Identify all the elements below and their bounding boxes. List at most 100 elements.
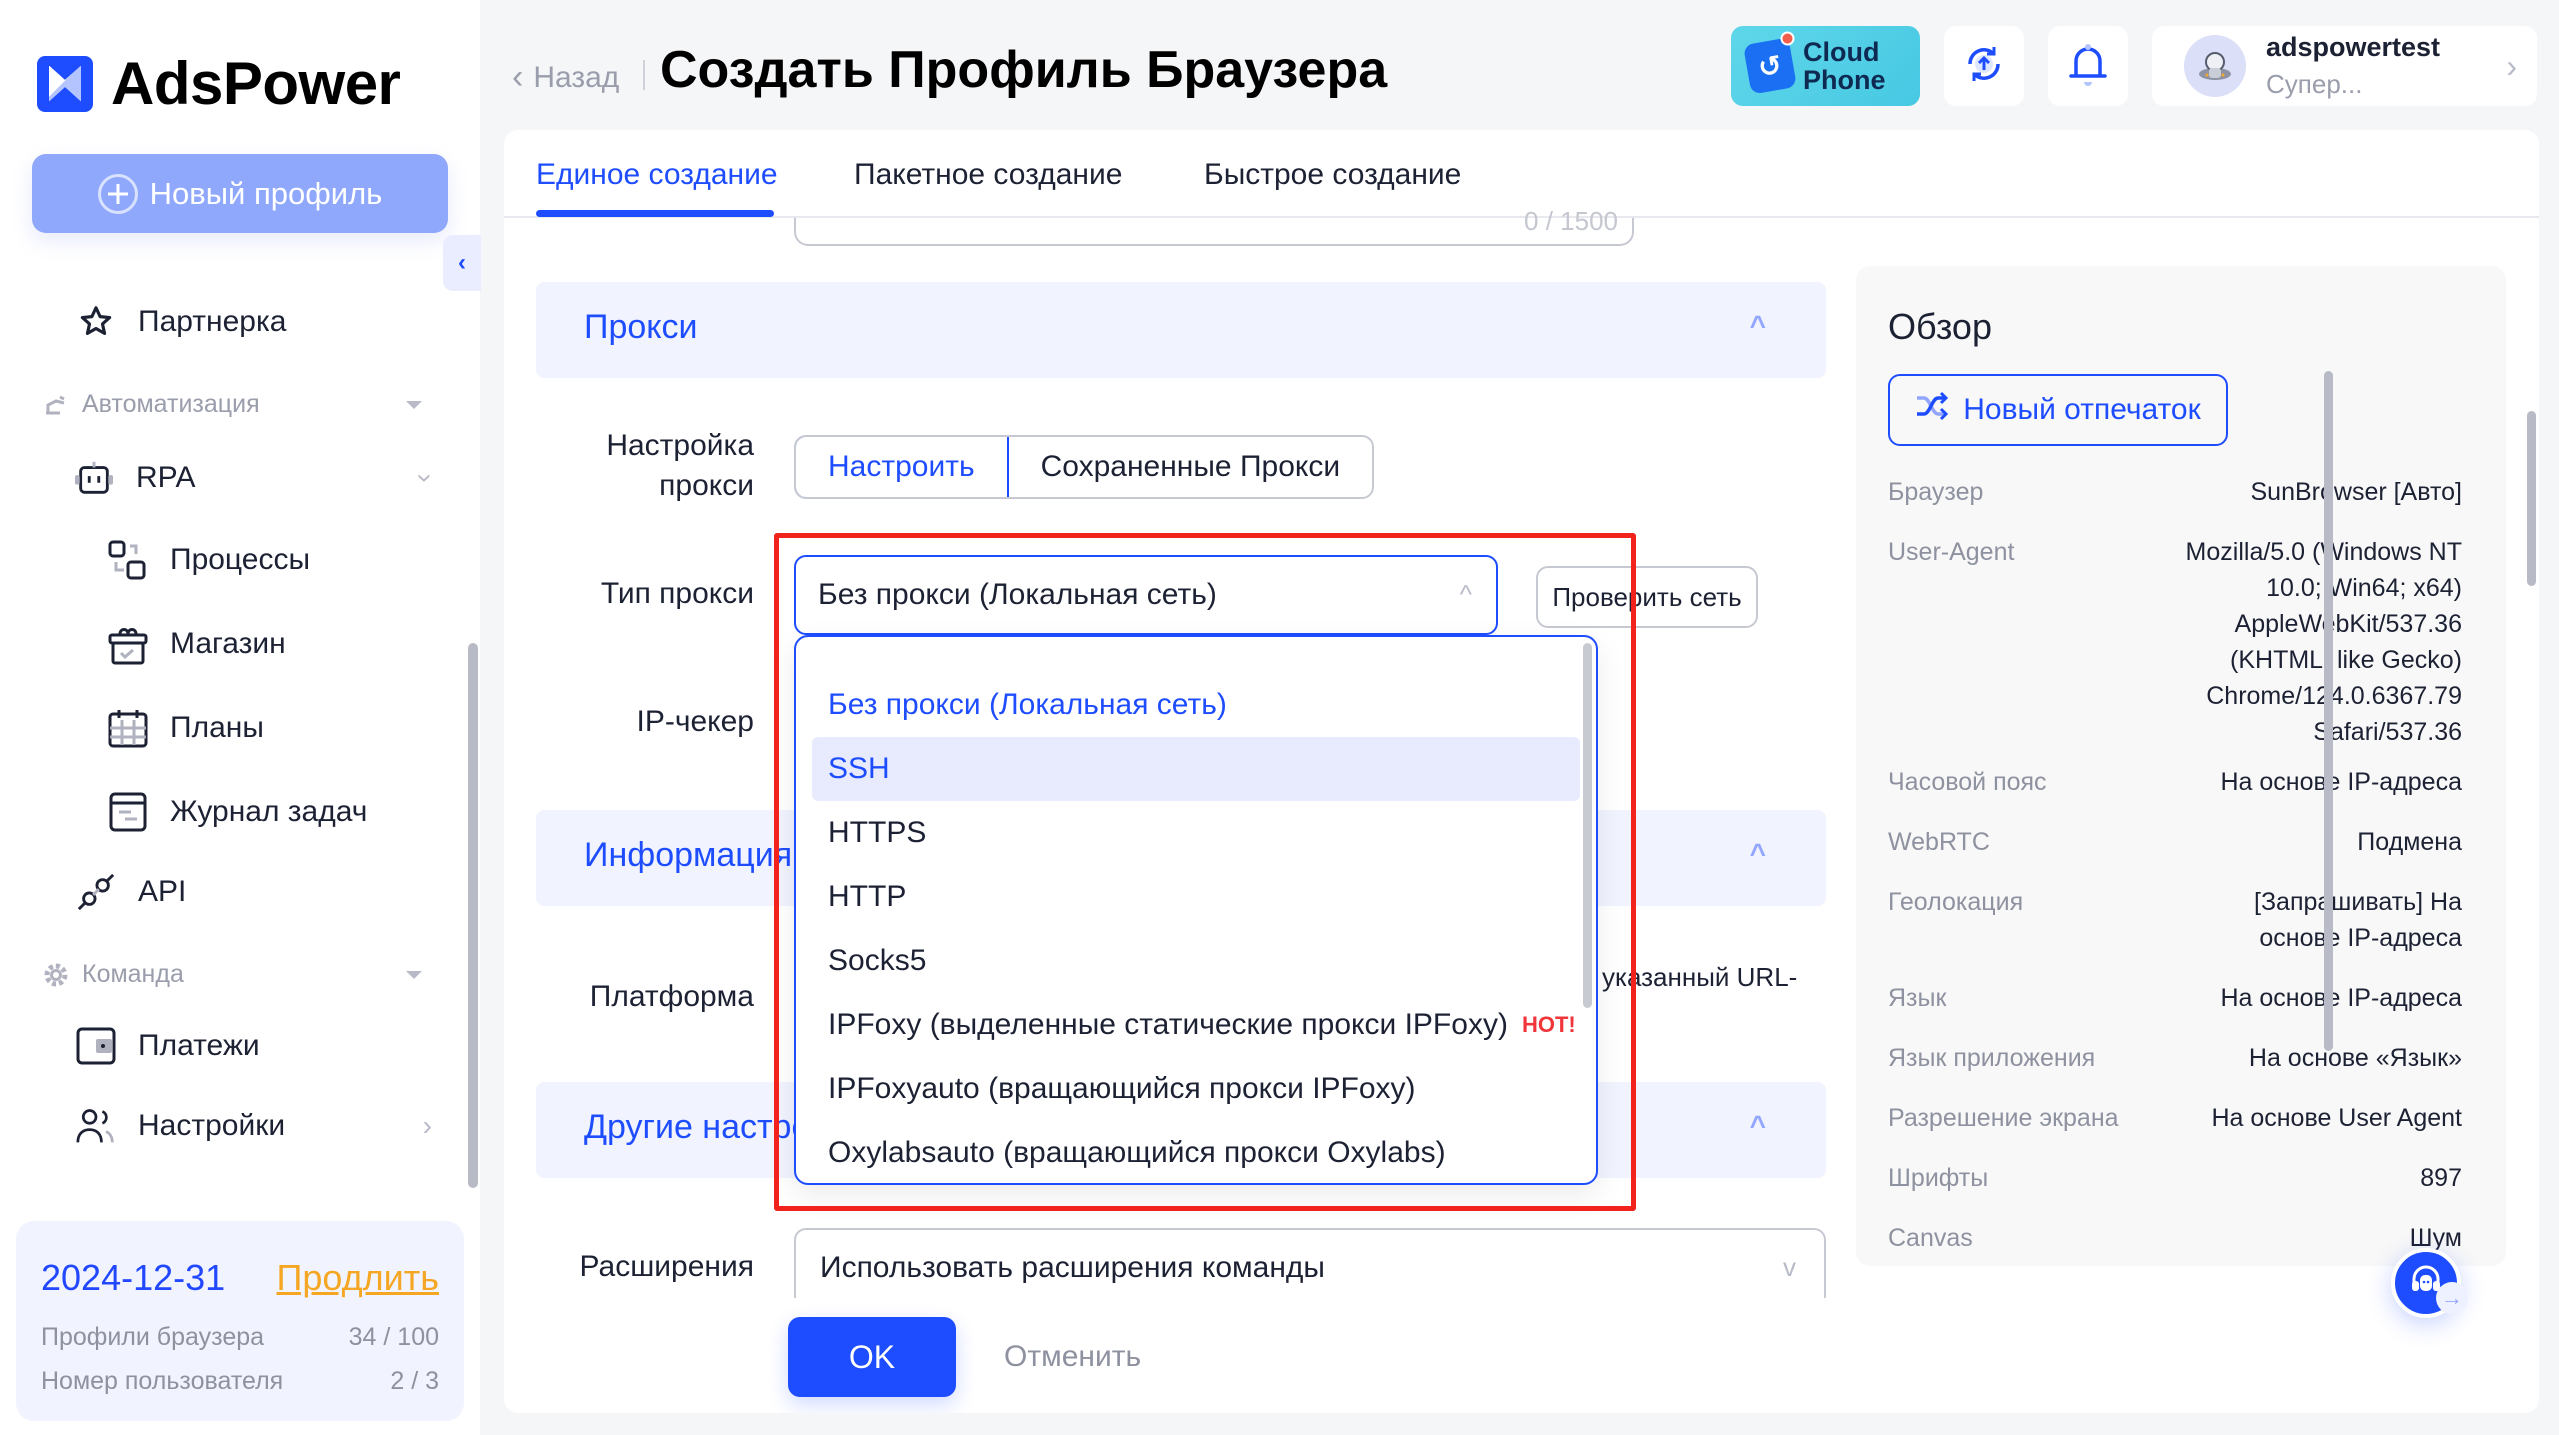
chevron-up-icon: ^ bbox=[1749, 838, 1766, 869]
sidebar-item-affiliate[interactable]: Партнерка bbox=[76, 302, 286, 342]
proxy-mode-saved[interactable]: Сохраненные Прокси bbox=[1009, 437, 1373, 497]
tab-batch-create[interactable]: Пакетное создание bbox=[854, 158, 1122, 192]
dropdown-option-http[interactable]: HTTP bbox=[812, 865, 1580, 929]
sidebar-item-api[interactable]: API bbox=[76, 872, 186, 912]
cloud-phone-icon: ↺ bbox=[1743, 30, 1797, 95]
option-label: Socks5 bbox=[828, 944, 927, 977]
user-menu[interactable]: adspowertest Супер... › bbox=[2152, 26, 2537, 106]
store-icon bbox=[108, 624, 148, 665]
overview-row: Геолокация [Запрашивать] На основе IP-адр… bbox=[1888, 884, 2462, 956]
dropdown-option-ipfoxyauto[interactable]: IPFoxyauto (вращающийся прокси IPFoxy) bbox=[812, 1057, 1580, 1121]
collapse-sidebar-button[interactable]: ‹ bbox=[443, 235, 481, 291]
dropdown-option-oxylabsauto[interactable]: Oxylabsauto (вращающийся прокси Oxylabs) bbox=[812, 1121, 1580, 1185]
back-button[interactable]: ‹ Назад bbox=[512, 58, 619, 97]
sidebar-item-label: Платежи bbox=[138, 1029, 260, 1062]
sidebar-item-label: Настройки bbox=[138, 1109, 286, 1142]
brand-name: AdsPower bbox=[111, 50, 401, 117]
overview-row: Часовой пояс На основе IP-адреса bbox=[1888, 764, 2462, 800]
check-network-button[interactable]: Проверить сеть bbox=[1536, 566, 1758, 628]
overview-row: Язык приложения На основе «Язык» bbox=[1888, 1040, 2462, 1076]
tab-single-create[interactable]: Единое создание bbox=[536, 158, 778, 192]
sidebar-group-automation[interactable]: Автоматизация bbox=[42, 390, 442, 419]
plan-row-label: Номер пользователя bbox=[41, 1367, 284, 1395]
tab-quick-create[interactable]: Быстрое создание bbox=[1204, 158, 1461, 192]
avatar bbox=[2184, 35, 2246, 97]
option-label: SSH bbox=[828, 752, 890, 785]
chevron-down-icon: v bbox=[1783, 1252, 1796, 1282]
notification-dot bbox=[1779, 30, 1796, 47]
bell-icon bbox=[2068, 42, 2108, 91]
chevron-up-icon: ^ bbox=[1749, 1110, 1766, 1141]
plan-row-value: 2 / 3 bbox=[390, 1367, 439, 1395]
plan-row-value: 34 / 100 bbox=[348, 1323, 439, 1351]
sidebar-scrollbar[interactable] bbox=[468, 643, 478, 1188]
overview-key: User-Agent bbox=[1888, 538, 2015, 566]
chevron-left-icon: ‹ bbox=[512, 58, 524, 96]
extensions-select[interactable]: Использовать расширения команды v bbox=[794, 1228, 1826, 1308]
cancel-button[interactable]: Отменить bbox=[1004, 1340, 1141, 1374]
sidebar-item-rpa[interactable]: RPA › bbox=[74, 458, 441, 498]
sync-button[interactable] bbox=[1944, 26, 2024, 106]
arrow-right-icon: → bbox=[2436, 1282, 2468, 1314]
create-profile-panel: Единое создание Пакетное создание Быстро… bbox=[504, 130, 2539, 1413]
user-name: adspowertest bbox=[2266, 32, 2441, 62]
sidebar-item-label: API bbox=[138, 875, 187, 908]
sidebar-item-task-log[interactable]: Журнал задач bbox=[108, 792, 367, 832]
main-scrollbar[interactable] bbox=[2527, 411, 2536, 586]
new-fingerprint-button[interactable]: Новый отпечаток bbox=[1888, 374, 2228, 446]
renew-link[interactable]: Продлить bbox=[277, 1257, 440, 1299]
sidebar-item-plans[interactable]: Планы bbox=[108, 708, 264, 748]
option-label: Без прокси (Локальная сеть) bbox=[828, 688, 1227, 721]
sidebar-item-label: Журнал задач bbox=[170, 795, 368, 828]
logo[interactable]: AdsPower bbox=[37, 49, 401, 118]
gear-icon bbox=[42, 961, 70, 989]
overview-key: Браузер bbox=[1888, 478, 1984, 506]
users-icon bbox=[76, 1106, 116, 1146]
char-counter: 0 / 1500 bbox=[1524, 206, 1618, 236]
option-label: IPFoxyauto (вращающийся прокси IPFoxy) bbox=[828, 1072, 1416, 1105]
dropdown-option-socks5[interactable]: Socks5 bbox=[812, 929, 1580, 993]
overview-scrollbar[interactable] bbox=[2324, 371, 2333, 1051]
sidebar-item-store[interactable]: Магазин bbox=[108, 624, 286, 665]
overview-row: WebRTC Подмена bbox=[1888, 824, 2462, 860]
overview-value: 897 bbox=[2420, 1164, 2462, 1192]
overview-row: Разрешение экрана На основе User Agent bbox=[1888, 1100, 2462, 1136]
overview-key: Шрифты bbox=[1888, 1164, 1989, 1192]
chevron-right-icon: › bbox=[2506, 48, 2517, 84]
new-profile-button[interactable]: Новый профиль bbox=[32, 154, 448, 233]
sidebar-item-settings[interactable]: Настройки › bbox=[76, 1106, 432, 1146]
proxy-mode-custom[interactable]: Настроить bbox=[796, 437, 1009, 497]
overview-key: WebRTC bbox=[1888, 828, 1990, 856]
sidebar-item-payments[interactable]: Платежи bbox=[76, 1026, 260, 1066]
dropdown-option-no-proxy[interactable]: Без прокси (Локальная сеть) bbox=[812, 673, 1580, 737]
section-proxy-header[interactable]: Прокси ^ bbox=[536, 282, 1826, 378]
proxy-type-select[interactable]: Без прокси (Локальная сеть) ^ bbox=[794, 555, 1498, 635]
overview-panel: Обзор Новый отпечаток Браузер SunBrowser … bbox=[1856, 266, 2506, 1266]
overview-key: Canvas bbox=[1888, 1224, 1973, 1252]
automation-icon bbox=[42, 391, 70, 419]
cloud-phone-button[interactable]: ↺ Cloud Phone bbox=[1731, 26, 1920, 106]
notifications-button[interactable] bbox=[2048, 26, 2128, 106]
platform-hint: указанный URL- bbox=[1602, 962, 1798, 992]
new-profile-label: Новый профиль bbox=[149, 175, 383, 211]
plan-row-profiles: Профили браузера 34 / 100 bbox=[41, 1323, 439, 1352]
ok-button[interactable]: OK bbox=[788, 1317, 956, 1397]
dropdown-scrollbar[interactable] bbox=[1583, 643, 1592, 1008]
plus-circle-icon bbox=[97, 173, 138, 214]
caret-down-icon bbox=[406, 970, 422, 979]
section-title: Прокси bbox=[584, 308, 698, 346]
proxy-type-dropdown: Без прокси (Локальная сеть) SSH HTTPS HT… bbox=[794, 635, 1598, 1185]
sidebar-item-processes[interactable]: Процессы bbox=[108, 540, 310, 580]
sidebar-group-team[interactable]: Команда bbox=[42, 960, 442, 989]
dropdown-option-ssh[interactable]: SSH bbox=[812, 737, 1580, 801]
cloud-phone-label: Cloud Phone bbox=[1803, 38, 1886, 94]
dropdown-option-ipfoxy[interactable]: IPFoxy (выделенные статические прокси IP… bbox=[812, 993, 1580, 1057]
overview-key: Язык приложения bbox=[1888, 1044, 2096, 1072]
active-tab-indicator bbox=[536, 210, 774, 217]
notes-textarea[interactable]: 0 / 1500 bbox=[794, 206, 1634, 246]
overview-key: Разрешение экрана bbox=[1888, 1104, 2119, 1132]
dropdown-option-https[interactable]: HTTPS bbox=[812, 801, 1580, 865]
proxy-type-label: Тип прокси bbox=[600, 577, 754, 610]
overview-title: Обзор bbox=[1888, 306, 1992, 347]
overview-value: [Запрашивать] На основе IP-адреса bbox=[2254, 888, 2462, 952]
